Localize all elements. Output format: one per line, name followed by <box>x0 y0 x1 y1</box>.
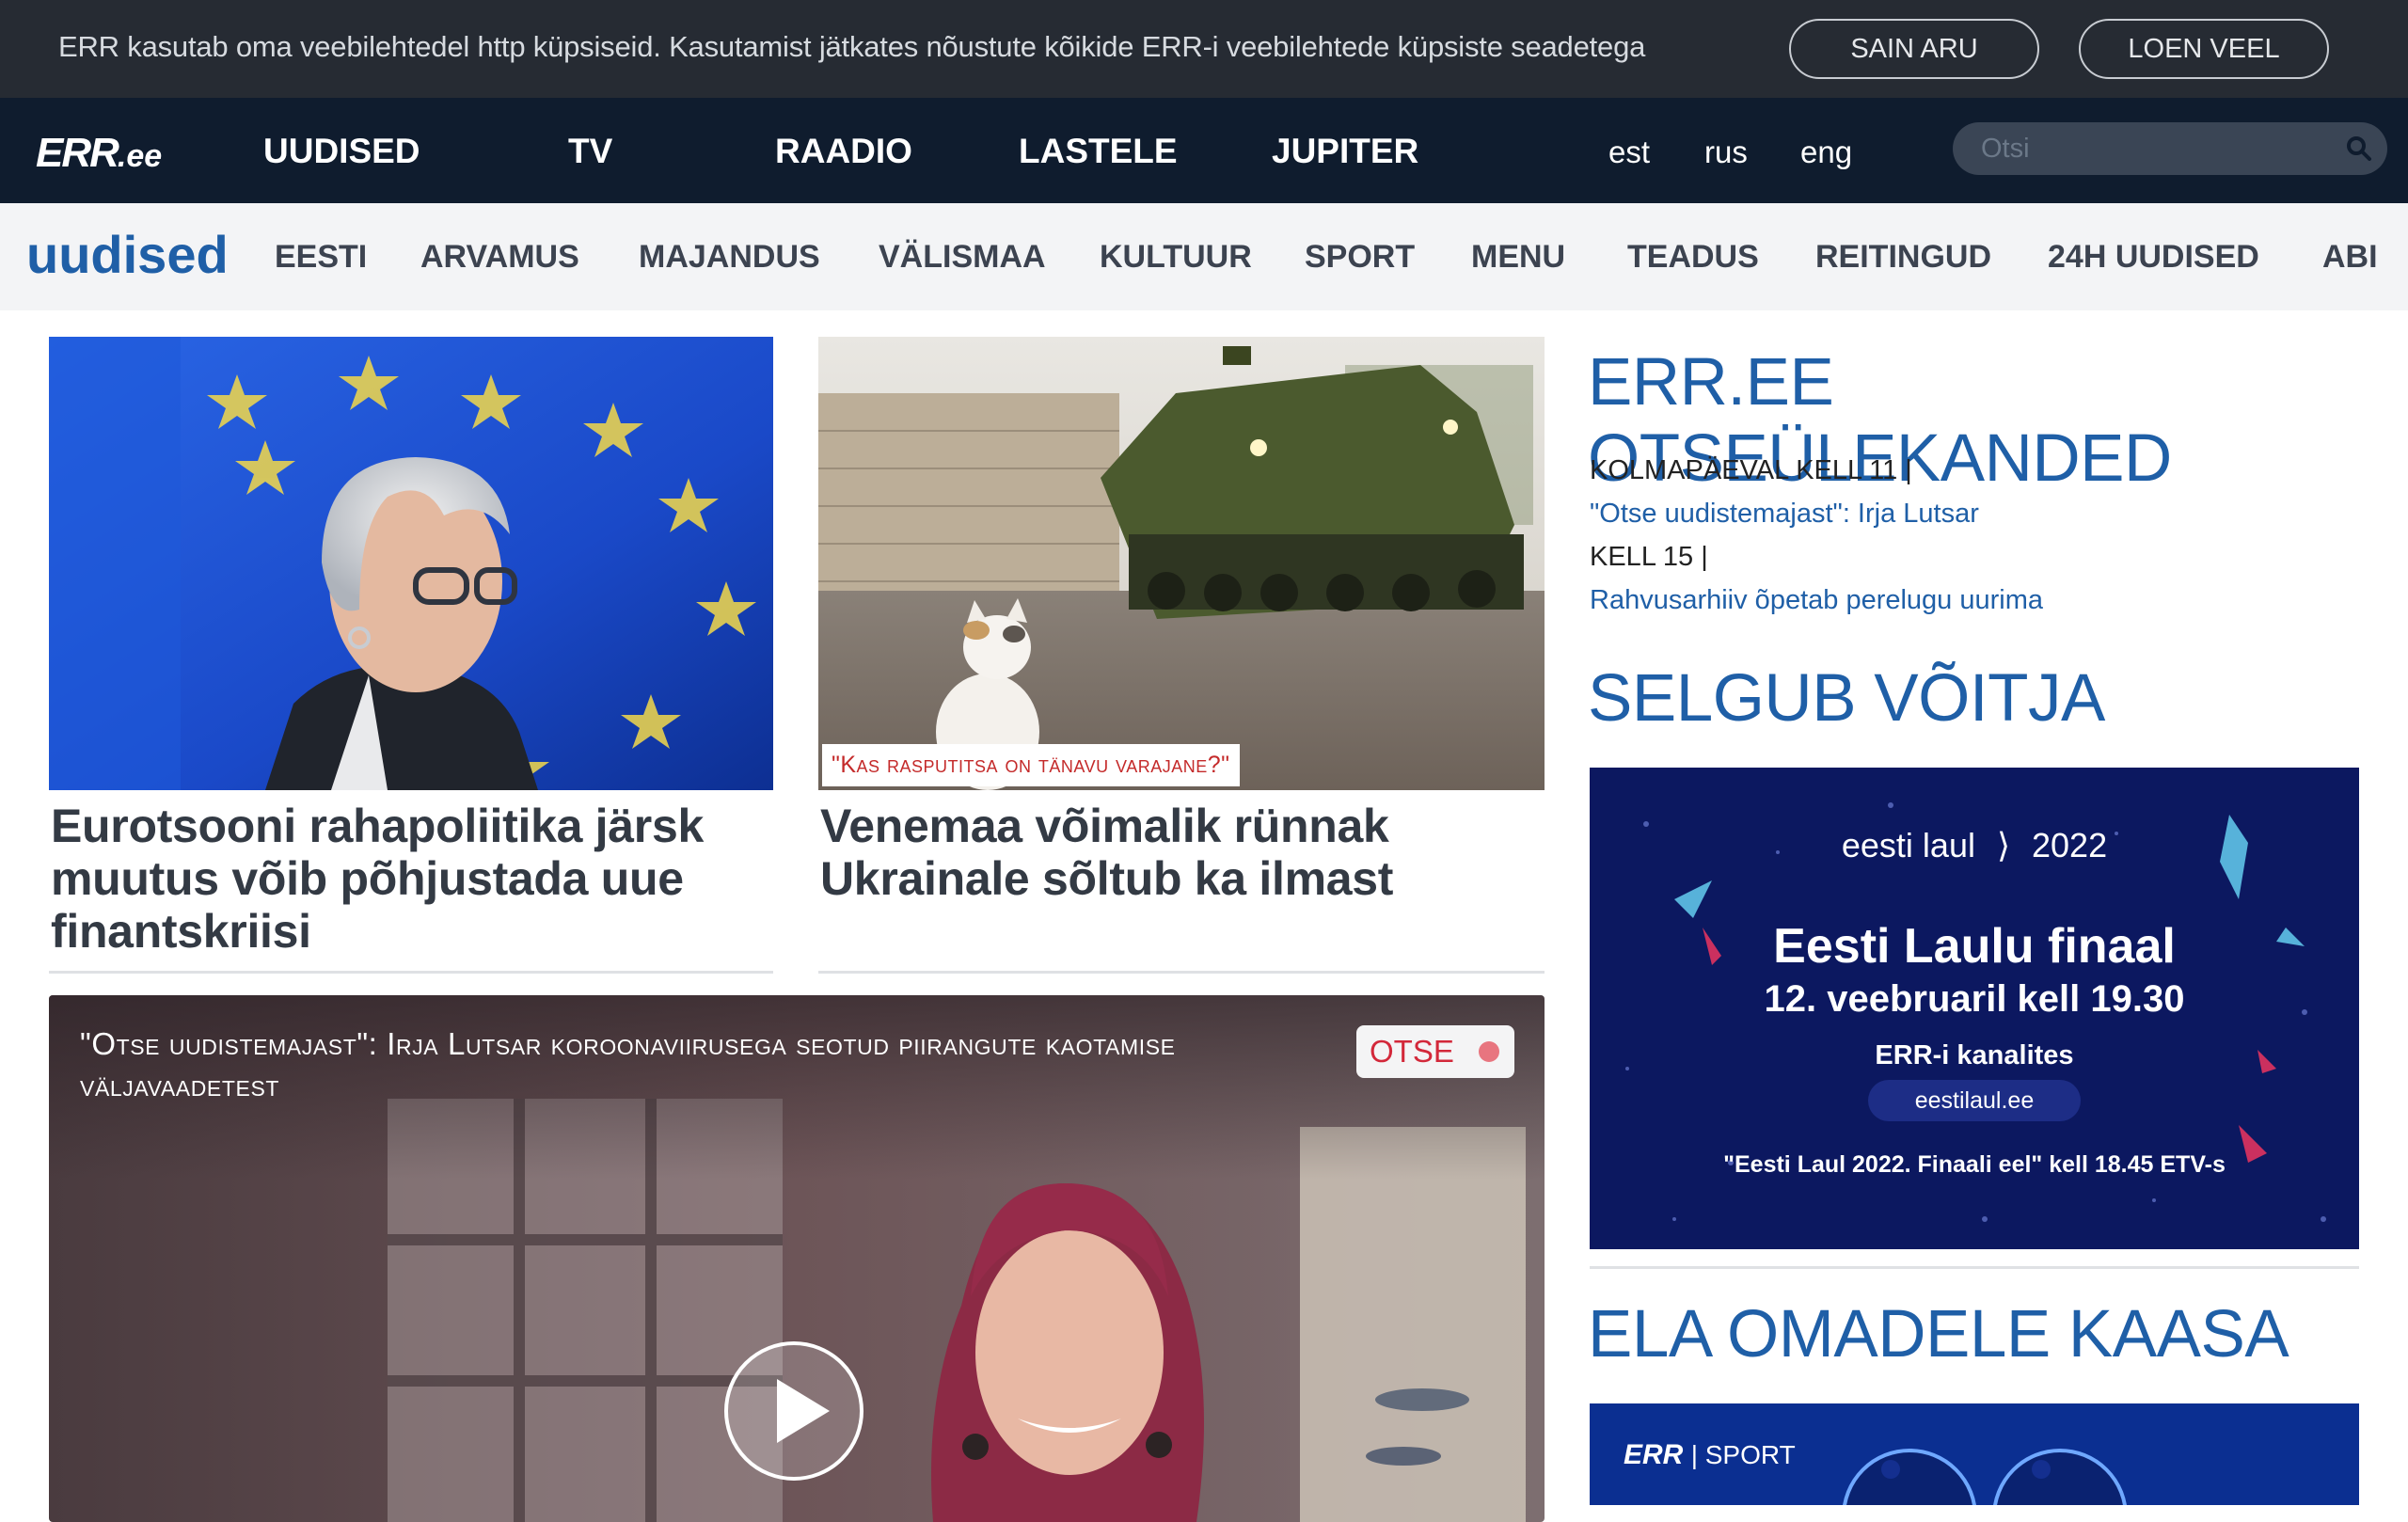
secnav-item-reitingud[interactable]: REITINGUD <box>1815 239 1991 276</box>
topnav-item-tv[interactable]: TV <box>568 132 612 171</box>
banner-footer: "Eesti Laul 2022. Finaali eel" kell 18.4… <box>1723 1151 2226 1178</box>
eu-flag-photo <box>49 337 773 790</box>
article-tag: "Kas rasputitsa on tänavu varajane?" <box>822 744 1240 786</box>
secnav-item-24h-uudised[interactable]: 24H UUDISED <box>2048 239 2259 276</box>
banner-brand-line: eesti laul ⟩ 2022 <box>1590 826 2359 865</box>
banner-url[interactable]: eestilaul.ee <box>1868 1080 2081 1121</box>
logo-suffix: .ee <box>117 138 163 174</box>
article-divider <box>818 971 1545 974</box>
article-image-lagarde[interactable] <box>49 337 773 790</box>
broadcast-link-1[interactable]: "Otse uudistemajast": Irja Lutsar <box>1590 499 1979 530</box>
winner-heading: SELGUB VÕITJA <box>1588 661 2105 736</box>
banner-brand: eesti laul <box>1841 826 1975 864</box>
topnav-item-raadio[interactable]: RAADIO <box>775 132 912 171</box>
eesti-laul-banner[interactable]: eesti laul ⟩ 2022 Eesti Laulu finaal 12.… <box>1590 768 2359 1249</box>
sidebar-divider <box>1590 1266 2359 1269</box>
broadcast-link-2[interactable]: Rahvusarhiiv õpetab perelugu uurima <box>1590 585 2043 616</box>
err-sport-banner[interactable]: ERR | SPORT <box>1590 1403 2359 1505</box>
cookie-banner: ERR kasutab oma veebilehtedel http küpsi… <box>0 0 2408 98</box>
live-label: OTSE <box>1370 1034 1454 1069</box>
article-title-russia[interactable]: Venemaa võimalik rünnak Ukrainale sõltub… <box>820 800 1535 905</box>
live-dot-icon <box>1479 1041 1499 1062</box>
secnav-item-arvamus[interactable]: ARVAMUS <box>420 239 579 276</box>
search-input[interactable] <box>1981 132 2329 166</box>
banner-channels: ERR-i kanalites <box>1875 1040 2074 1070</box>
tank-cat-photo <box>818 337 1545 790</box>
err-logo[interactable]: ERR.ee <box>36 130 162 177</box>
broadcast-time-2: KELL 15 | <box>1590 542 1708 572</box>
article-title-eurozone[interactable]: Eurotsooni rahapoliitika järsk muutus võ… <box>51 800 766 958</box>
play-icon <box>777 1379 830 1443</box>
live-badge: OTSE <box>1356 1025 1514 1078</box>
secnav-item-eesti[interactable]: EESTI <box>275 239 367 276</box>
article-divider <box>49 971 773 974</box>
secnav-item-majandus[interactable]: MAJANDUS <box>639 239 820 276</box>
lang-eng[interactable]: eng <box>1800 135 1852 170</box>
cookie-accept-button[interactable]: SAIN ARU <box>1789 19 2039 79</box>
section-title[interactable]: uudised <box>26 224 229 285</box>
search-icon[interactable] <box>2344 134 2374 164</box>
secnav-item-menu[interactable]: MENU <box>1471 239 1565 276</box>
mascot-illustration <box>1843 1449 2127 1505</box>
secnav-item-kultuur[interactable]: KULTUUR <box>1100 239 1252 276</box>
cookie-read-more-button[interactable]: LOEN VEEL <box>2079 19 2329 79</box>
topnav-item-uudised[interactable]: UUDISED <box>263 132 420 171</box>
cookie-text: ERR kasutab oma veebilehtedel http küpsi… <box>58 30 1646 63</box>
lang-rus[interactable]: rus <box>1704 135 1748 170</box>
secnav-item-valismaa[interactable]: VÄLISMAA <box>879 239 1046 276</box>
video-title: "Otse uudistemajast": Irja Lutsar koroon… <box>80 1026 1176 1102</box>
secnav-item-teadus[interactable]: TEADUS <box>1627 239 1759 276</box>
swallow-logo-icon: ⟩ <box>1996 826 2011 864</box>
secnav-item-sport[interactable]: SPORT <box>1305 239 1415 276</box>
banner-headline: Eesti Laulu finaal <box>1773 919 2176 974</box>
logo-main: ERR <box>36 130 119 176</box>
search-box <box>1953 122 2387 175</box>
banner-year: 2022 <box>2032 826 2108 864</box>
cheer-heading: ELA OMADELE KAASA <box>1588 1297 2289 1371</box>
topnav-item-lastele[interactable]: LASTELE <box>1019 132 1178 171</box>
banner-date: 12. veebruaril kell 19.30 <box>1764 978 2185 1020</box>
live-video-player[interactable]: "Otse uudistemajast": Irja Lutsar koroon… <box>49 995 1545 1522</box>
broadcast-time-1: KOLMAPÄEVAL KELL 11 | <box>1590 455 1912 485</box>
topnav-item-jupiter[interactable]: JUPITER <box>1272 132 1418 171</box>
play-button[interactable] <box>724 1341 863 1481</box>
lang-est[interactable]: est <box>1608 135 1650 170</box>
secnav-item-abi[interactable]: ABI <box>2322 239 2378 276</box>
article-image-tank[interactable]: "Kas rasputitsa on tänavu varajane?" <box>818 337 1545 790</box>
